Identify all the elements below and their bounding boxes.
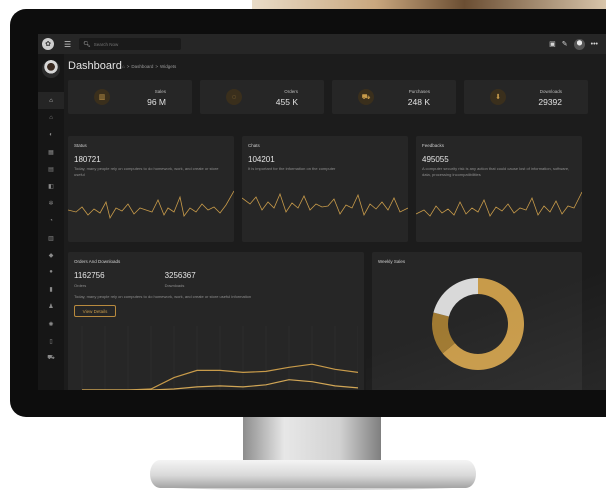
stat-label: Purchases xyxy=(408,89,430,94)
main-content: Dashboard ⌂ > Dashboard > Widgets ▥ Sale… xyxy=(64,54,606,390)
orders-downloads-chart xyxy=(81,326,358,390)
orders-value: 1162756 xyxy=(74,271,105,280)
table-icon[interactable]: ▥ xyxy=(38,230,64,247)
card-value: 104201 xyxy=(248,155,275,164)
breadcrumb-item: Widgets xyxy=(160,64,177,69)
user-icon[interactable]: ♟ xyxy=(38,298,64,315)
stat-value: 248 K xyxy=(407,97,430,107)
card-title: Weekly Sales xyxy=(378,259,406,264)
more-icon[interactable]: ••• xyxy=(591,41,598,48)
card-description: Today, many people rely on computers to … xyxy=(74,294,252,299)
orders-label: Orders xyxy=(74,283,87,288)
card-title: Chats xyxy=(248,143,260,148)
app-logo-icon[interactable]: ✿ xyxy=(42,38,54,50)
screen: ✿ ☰ 🔍︎ ▣ ✎ ••• ⌂ ⌂ ◐ xyxy=(38,34,606,390)
stat-card-orders[interactable]: ◌ Orders 455 K xyxy=(200,80,324,114)
chart-icon[interactable]: ◔ xyxy=(38,212,64,229)
stat-card-downloads[interactable]: ⬇ Downloads 29392 xyxy=(464,80,588,114)
gear-icon[interactable]: ✺ xyxy=(38,315,64,332)
monitor-bezel: ✿ ☰ 🔍︎ ▣ ✎ ••• ⌂ ⌂ ◐ xyxy=(10,9,606,417)
pin-icon[interactable]: ✎ xyxy=(562,40,568,48)
orders-downloads-values: 1162756 Orders 3256367 Downloads xyxy=(74,271,196,288)
card-orders-downloads: Orders And Downloads 1162756 Orders 3256… xyxy=(68,252,364,390)
card-chats: Chats 104201 It is important for the inf… xyxy=(242,136,408,242)
bank-icon[interactable]: ⌂ xyxy=(38,109,64,126)
page-title: Dashboard xyxy=(68,60,122,72)
profile-avatar[interactable] xyxy=(42,60,60,78)
downloads-stat: 3256367 Downloads xyxy=(165,271,196,288)
bar-chart-icon: ▥ xyxy=(94,89,110,105)
download-icon: ⬇ xyxy=(490,89,506,105)
stat-value: 29392 xyxy=(538,97,562,107)
breadcrumb: ⌂ > Dashboard > Widgets xyxy=(122,64,177,69)
stat-label: Orders xyxy=(284,89,298,94)
calendar-icon[interactable]: ▤ xyxy=(38,161,64,178)
downloads-value: 3256367 xyxy=(164,271,196,280)
stat-value: 455 K xyxy=(275,97,298,107)
stat-card-sales[interactable]: ▥ Sales 96 M xyxy=(68,80,192,114)
search-box[interactable]: 🔍︎ xyxy=(79,38,182,50)
card-value: 180721 xyxy=(74,155,101,164)
layers-icon[interactable]: ◧ xyxy=(38,178,64,195)
stat-label: Sales xyxy=(154,89,166,94)
settings-icon[interactable]: ✲ xyxy=(38,195,64,212)
menu-icon[interactable]: ☰ xyxy=(64,40,71,49)
scene: ✿ ☰ 🔍︎ ▣ ✎ ••• ⌂ ⌂ ◐ xyxy=(0,0,606,490)
sparkline-feedbacks xyxy=(416,191,582,217)
cart-icon[interactable]: ⛟ xyxy=(38,350,64,367)
document-icon[interactable]: ▯ xyxy=(38,333,64,350)
search-input[interactable] xyxy=(93,41,174,47)
card-feedbacks: Feedbacks 495055 A computer security ris… xyxy=(416,136,582,242)
user-avatar[interactable] xyxy=(573,38,585,50)
briefcase-icon[interactable]: ▣ xyxy=(549,40,556,48)
card-title: Status xyxy=(74,143,87,148)
card-value: 495055 xyxy=(422,155,449,164)
stat-card-purchases[interactable]: ⛟ Purchases 248 K xyxy=(332,80,456,114)
stat-label: Downloads xyxy=(539,89,562,94)
top-actions: ▣ ✎ ••• xyxy=(549,38,598,50)
orders-stat: 1162756 Orders xyxy=(74,271,105,288)
card-description: A computer security risk is any action t… xyxy=(422,166,570,177)
weekly-sales-donut xyxy=(432,278,524,370)
view-details-button[interactable]: View Details xyxy=(74,305,116,317)
card-title: Orders And Downloads xyxy=(74,259,121,264)
sparkline-chats xyxy=(242,192,408,217)
downloads-label: Downloads xyxy=(164,283,185,288)
card-description: It is important for the information on t… xyxy=(248,166,336,171)
card-weekly-sales: Weekly Sales xyxy=(372,252,582,390)
breadcrumb-item[interactable]: Dashboard xyxy=(131,64,153,69)
sidebar-items: ⌂ ⌂ ◐ ▦ ▤ ◧ ✲ ◔ ▥ ◆ ● ▮ ♟ ✺ ▯ ⛟ xyxy=(38,92,64,367)
circle-icon: ◌ xyxy=(226,89,242,105)
globe-icon[interactable]: ● xyxy=(38,264,64,281)
sidebar: ⌂ ⌂ ◐ ▦ ▤ ◧ ✲ ◔ ▥ ◆ ● ▮ ♟ ✺ ▯ ⛟ xyxy=(38,54,64,390)
grid-icon[interactable]: ▦ xyxy=(38,144,64,161)
palette-icon[interactable]: ◐ xyxy=(38,126,64,143)
donut-slice-3 xyxy=(433,278,478,317)
stat-value: 96 M xyxy=(147,97,166,107)
pin-icon[interactable]: ◆ xyxy=(38,247,64,264)
cart-icon: ⛟ xyxy=(358,89,374,105)
monitor-stand-neck xyxy=(243,416,381,464)
card-title: Feedbacks xyxy=(422,143,445,148)
monitor-stand-base xyxy=(150,460,476,488)
building-icon[interactable]: ▮ xyxy=(38,281,64,298)
card-description: Today, many people rely on computers to … xyxy=(74,166,219,177)
card-status: Status 180721 Today, many people rely on… xyxy=(68,136,234,242)
top-bar: ✿ ☰ 🔍︎ ▣ ✎ ••• xyxy=(38,34,606,54)
home-icon[interactable]: ⌂ xyxy=(38,92,64,110)
home-icon[interactable]: ⌂ xyxy=(122,64,125,69)
search-icon: 🔍︎ xyxy=(83,41,91,48)
sparkline-status xyxy=(68,190,234,220)
